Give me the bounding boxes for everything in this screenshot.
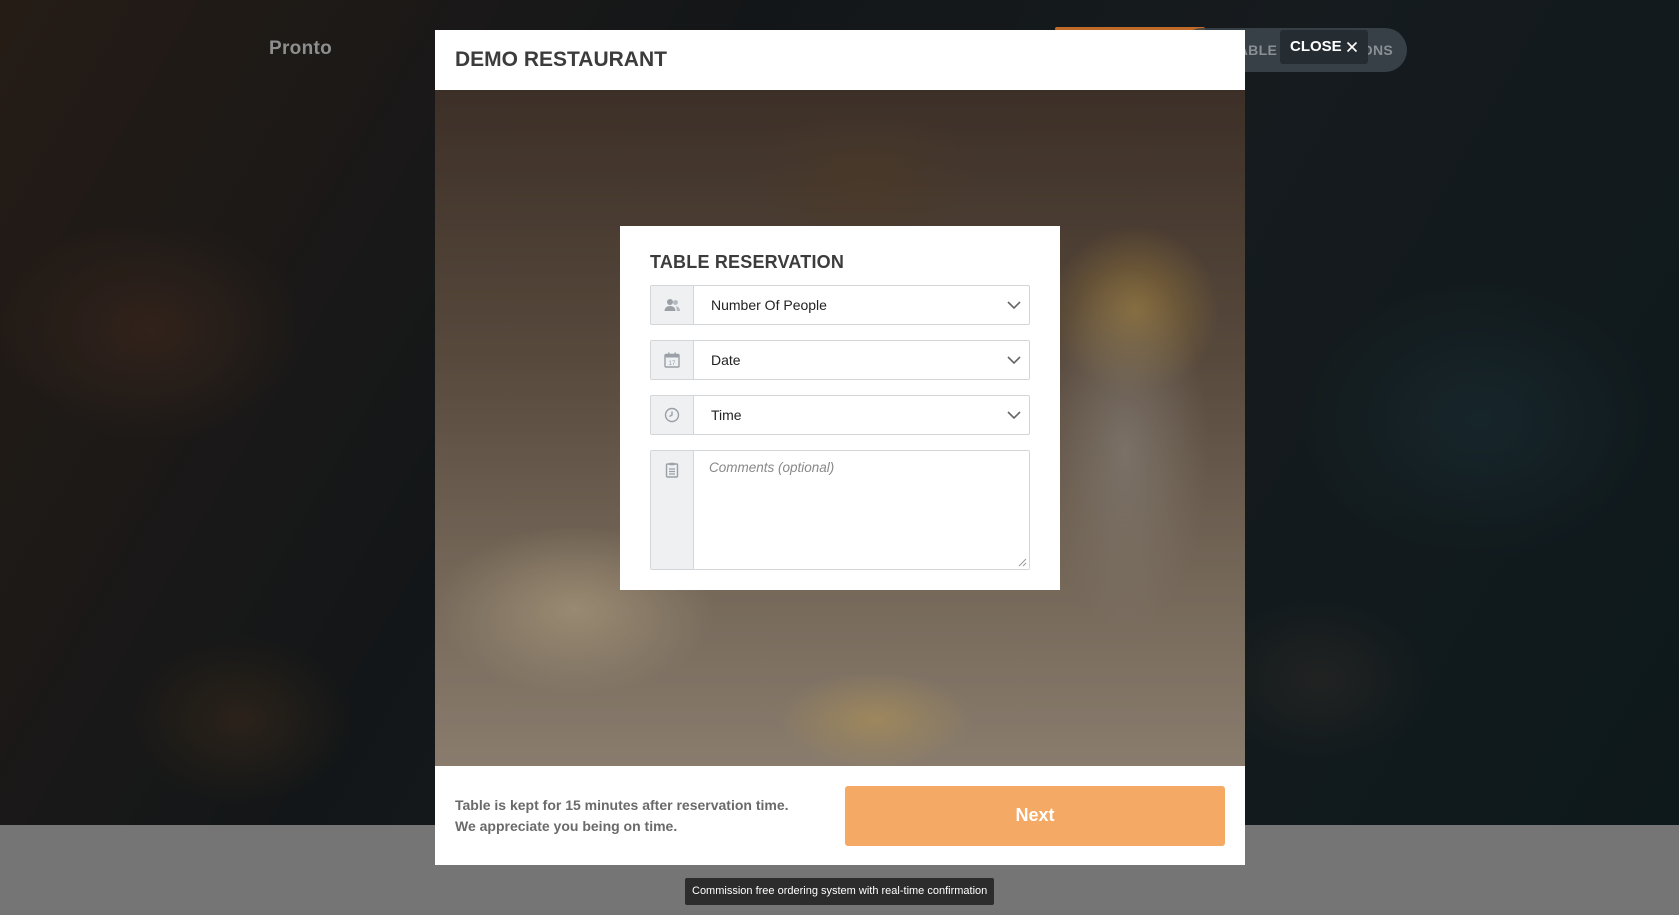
next-button[interactable]: Next <box>845 785 1225 846</box>
reservation-note: Table is kept for 15 minutes after reser… <box>455 795 845 837</box>
tooltip: Commission free ordering system with rea… <box>685 878 995 905</box>
comments-textarea[interactable] <box>694 451 1029 569</box>
close-button-label: CLOSE <box>1290 38 1342 55</box>
date-select[interactable]: 17 Date <box>650 340 1030 380</box>
brand-logo[interactable]: Pronto <box>269 38 332 60</box>
chevron-down-icon <box>999 396 1029 434</box>
modal-header: DEMO RESTAURANT <box>435 30 1245 90</box>
reservation-form: TABLE RESERVATION Number Of People 17 Da… <box>620 226 1060 590</box>
notepad-icon <box>651 451 694 569</box>
chevron-down-icon <box>999 341 1029 379</box>
reservation-note-line1: Table is kept for 15 minutes after reser… <box>455 796 789 813</box>
form-title: TABLE RESERVATION <box>650 252 845 272</box>
comments-field <box>650 450 1030 570</box>
reservation-modal: DEMO RESTAURANT TABLE RESERVATION Number… <box>435 30 1245 865</box>
close-icon <box>1346 41 1357 53</box>
people-select[interactable]: Number Of People <box>650 285 1030 325</box>
modal-body: TABLE RESERVATION Number Of People 17 Da… <box>435 90 1245 766</box>
time-select-value: Time <box>711 407 742 423</box>
svg-text:17: 17 <box>669 361 676 367</box>
people-select-value: Number Of People <box>711 297 827 313</box>
date-select-value: Date <box>711 352 741 368</box>
calendar-icon: 17 <box>651 341 694 379</box>
modal-title: DEMO RESTAURANT <box>455 48 667 71</box>
time-select[interactable]: Time <box>650 395 1030 435</box>
reservation-note-line2: We appreciate you being on time. <box>455 817 678 834</box>
resize-handle-icon[interactable] <box>1018 558 1027 567</box>
close-button[interactable]: CLOSE <box>1280 30 1368 64</box>
people-icon <box>651 286 694 324</box>
modal-footer: Table is kept for 15 minutes after reser… <box>435 766 1245 865</box>
chevron-down-icon <box>999 286 1029 324</box>
clock-icon <box>651 396 694 434</box>
